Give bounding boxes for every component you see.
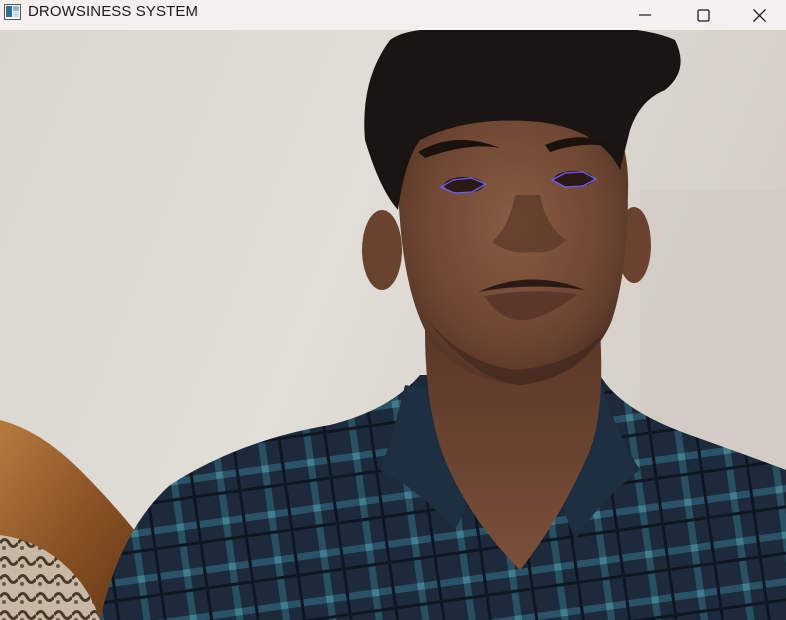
person-ear-left — [362, 210, 402, 290]
webcam-frame — [0, 30, 786, 620]
window-title: DROWSINESS SYSTEM — [28, 3, 199, 20]
close-button[interactable] — [732, 0, 786, 30]
maximize-icon — [696, 8, 710, 22]
app-window: DROWSINESS SYSTEM — [0, 0, 786, 620]
minimize-icon — [639, 14, 651, 16]
maximize-button[interactable] — [674, 0, 732, 30]
webcam-feed — [0, 30, 786, 620]
app-icon — [4, 4, 21, 20]
title-bar[interactable]: DROWSINESS SYSTEM — [0, 0, 786, 30]
close-icon — [752, 8, 766, 22]
minimize-button[interactable] — [616, 0, 674, 30]
